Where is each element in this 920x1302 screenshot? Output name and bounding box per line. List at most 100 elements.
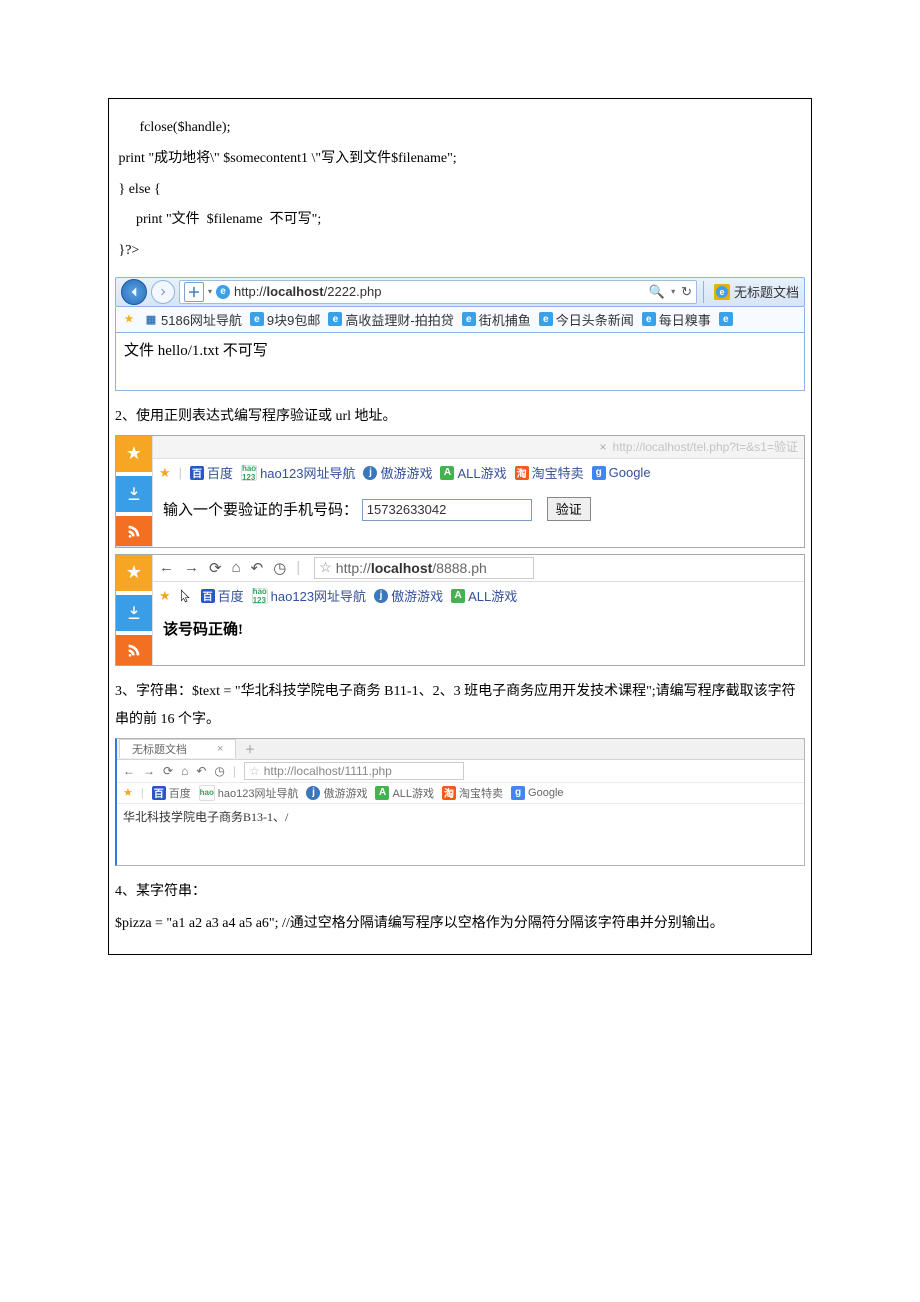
b2a-bookmark-bar: ★ | 百百度 hao123hao123网址导航 j傲游游戏 AALL游戏 淘淘… bbox=[153, 459, 804, 487]
bookmark-item[interactable]: e bbox=[719, 312, 733, 326]
star-icon[interactable]: ☆ bbox=[319, 559, 332, 576]
browser-4: 无标题文档 × ＋ ← → ⟳ ⌂ ↶ ◷ | ☆ http://localho… bbox=[115, 738, 805, 866]
document-page: fclose($handle); print "成功地将\" $somecont… bbox=[108, 98, 812, 955]
b2b-toolbar: ← → ⟳ ⌂ ↶ ◷ | ☆ http://localhost/8888.ph bbox=[153, 555, 804, 582]
bookmark-item[interactable]: j傲游游戏 bbox=[306, 785, 367, 801]
b2a-urlrow: × http://localhost/tel.php?t=&s1=验证 bbox=[153, 436, 804, 459]
add-tab-button[interactable]: ＋ bbox=[184, 282, 204, 302]
back-button[interactable] bbox=[121, 279, 147, 305]
arrow-left-icon bbox=[125, 283, 143, 301]
home-button[interactable]: ⌂ bbox=[181, 764, 188, 778]
bookmark-item[interactable]: 百百度 bbox=[201, 586, 244, 605]
search-icon[interactable]: 🔍 bbox=[649, 284, 665, 300]
question-3: 3、字符串：$text = "华北科技学院电子商务 B11-1、2、3 班电子商… bbox=[115, 678, 805, 734]
code-text: fclose($handle); print "成功地将\" $somecont… bbox=[115, 113, 805, 267]
bookmark-item[interactable]: 淘淘宝特卖 bbox=[515, 463, 584, 482]
history-button[interactable]: ◷ bbox=[214, 764, 224, 778]
ie-browser: ＋ ▾ e http://localhost/2222.php 🔍 ▾ ↻ bbox=[115, 277, 805, 391]
browser-2a: ★ × http://localhost/tel.php?t=&s1=验证 ★ … bbox=[115, 435, 805, 548]
question-4a: 4、某字符串： bbox=[115, 878, 805, 906]
tab[interactable]: 无标题文档 × bbox=[119, 739, 236, 758]
back-button[interactable]: ← bbox=[159, 559, 174, 576]
bookmark-item[interactable]: gGoogle bbox=[592, 465, 651, 480]
question-2: 2、使用正则表达式编写程序验证或 url 地址。 bbox=[115, 403, 805, 431]
forward-button[interactable]: → bbox=[184, 559, 199, 576]
star-icon[interactable]: ★ bbox=[159, 588, 171, 604]
verify-button[interactable]: 验证 bbox=[547, 497, 591, 521]
bookmark-item[interactable]: j傲游游戏 bbox=[374, 586, 443, 605]
reload-button[interactable]: ⟳ bbox=[163, 764, 173, 778]
bookmark-item[interactable]: j傲游游戏 bbox=[363, 463, 432, 482]
bookmark-item[interactable]: e每日糗事 bbox=[642, 310, 711, 329]
bookmark-item[interactable]: haohao123网址导航 bbox=[199, 785, 299, 801]
download-icon bbox=[125, 485, 143, 503]
phone-input[interactable]: 15732633042 bbox=[362, 499, 532, 521]
ie-bookmark-bar: ★ ▦5186网址导航 e9块9包邮 e高收益理财-拍拍贷 e街机捕鱼 e今日头… bbox=[115, 307, 805, 333]
star-icon[interactable]: ★ bbox=[159, 465, 171, 481]
favorites-button[interactable]: ★ bbox=[122, 312, 136, 326]
ie-page-icon: e bbox=[714, 284, 730, 300]
bookmark-item[interactable]: 百百度 bbox=[152, 785, 191, 801]
history-button[interactable]: ◷ bbox=[273, 559, 286, 577]
close-tab-button[interactable]: × bbox=[217, 743, 223, 755]
output-text: 文件 hello/1.txt 不可写 bbox=[124, 343, 268, 359]
forward-button[interactable] bbox=[151, 280, 175, 304]
arrow-right-icon bbox=[157, 286, 169, 298]
tab-title: 无标题文档 bbox=[734, 282, 799, 301]
address-bar[interactable]: ☆ http://localhost/8888.ph bbox=[314, 557, 534, 579]
bookmark-item[interactable]: 百百度 bbox=[190, 463, 233, 482]
address-bar[interactable]: ＋ ▾ e http://localhost/2222.php 🔍 ▾ ↻ bbox=[179, 280, 697, 304]
side-star-button[interactable]: ★ bbox=[116, 436, 152, 472]
bookmark-item[interactable]: e街机捕鱼 bbox=[462, 310, 531, 329]
back-button[interactable]: ← bbox=[123, 764, 135, 778]
tab[interactable]: e 无标题文档 bbox=[710, 282, 799, 301]
bookmark-item[interactable]: hao123hao123网址导航 bbox=[252, 586, 366, 605]
b2b-body: 该号码正确! bbox=[153, 610, 804, 653]
star-icon[interactable]: ☆ bbox=[249, 764, 260, 778]
side-rss-button[interactable] bbox=[116, 516, 152, 546]
side-star-button[interactable]: ★ bbox=[116, 555, 152, 591]
bookmark-item[interactable]: e高收益理财-拍拍贷 bbox=[328, 310, 453, 329]
separator bbox=[703, 281, 704, 303]
side-tab-strip: ★ bbox=[116, 436, 153, 547]
code-block-1: fclose($handle); print "成功地将\" $somecont… bbox=[115, 113, 805, 267]
url-text: http://localhost/2222.php bbox=[234, 284, 381, 299]
url-text: http://localhost/1111.php bbox=[264, 764, 392, 778]
bookmark-item[interactable]: e今日头条新闻 bbox=[539, 310, 634, 329]
rss-icon bbox=[126, 523, 142, 539]
bookmark-item[interactable]: e9块9包邮 bbox=[250, 310, 320, 329]
ie-navbar: ＋ ▾ e http://localhost/2222.php 🔍 ▾ ↻ bbox=[115, 277, 805, 307]
dropdown-icon: ▾ bbox=[208, 287, 212, 296]
side-download-button[interactable] bbox=[116, 595, 152, 631]
bookmark-item[interactable]: AALL游戏 bbox=[440, 463, 506, 482]
refresh-button[interactable]: ↻ bbox=[681, 284, 692, 300]
reload-button[interactable]: ⟳ bbox=[209, 559, 222, 577]
side-download-button[interactable] bbox=[116, 476, 152, 512]
bookmark-item[interactable]: ▦5186网址导航 bbox=[144, 310, 242, 329]
forward-button[interactable]: → bbox=[143, 764, 155, 778]
phone-label: 输入一个要验证的手机号码： bbox=[163, 502, 358, 518]
undo-button[interactable]: ↶ bbox=[251, 559, 264, 577]
b4-bookmark-bar: ★ | 百百度 haohao123网址导航 j傲游游戏 AALL游戏 淘淘宝特卖… bbox=[117, 783, 804, 804]
b2b-bookmark-bar: ★ 百百度 hao123hao123网址导航 j傲游游戏 AALL游戏 bbox=[153, 582, 804, 610]
bookmark-item[interactable]: AALL游戏 bbox=[451, 586, 517, 605]
bookmark-item[interactable]: 淘淘宝特卖 bbox=[442, 785, 503, 801]
side-tab-strip: ★ bbox=[116, 555, 153, 665]
address-bar[interactable]: ☆ http://localhost/1111.php bbox=[244, 762, 464, 780]
browser-2b: ★ ← → ⟳ ⌂ ↶ ◷ | ☆ http://localhost/888 bbox=[115, 554, 805, 666]
bookmark-item[interactable]: gGoogle bbox=[511, 786, 563, 800]
url-text: http://localhost/tel.php?t=&s1=验证 bbox=[613, 438, 798, 455]
bookmark-item[interactable]: AALL游戏 bbox=[375, 785, 434, 801]
star-icon[interactable]: ★ bbox=[123, 786, 133, 799]
undo-button[interactable]: ↶ bbox=[196, 764, 206, 778]
output-text: 华北科技学院电子商务B13-1、/ bbox=[123, 810, 288, 824]
question-4b: $pizza = "a1 a2 a3 a4 a5 a6"; //通过空格分隔请编… bbox=[115, 910, 805, 938]
ie-icon: e bbox=[216, 285, 230, 299]
side-rss-button[interactable] bbox=[116, 635, 152, 665]
home-button[interactable]: ⌂ bbox=[232, 559, 241, 576]
download-icon bbox=[125, 604, 143, 622]
dropdown-icon: ▾ bbox=[671, 287, 675, 296]
bookmark-item[interactable]: hao123hao123网址导航 bbox=[241, 463, 355, 482]
new-tab-button[interactable]: ＋ bbox=[236, 741, 263, 757]
rss-icon bbox=[126, 642, 142, 658]
